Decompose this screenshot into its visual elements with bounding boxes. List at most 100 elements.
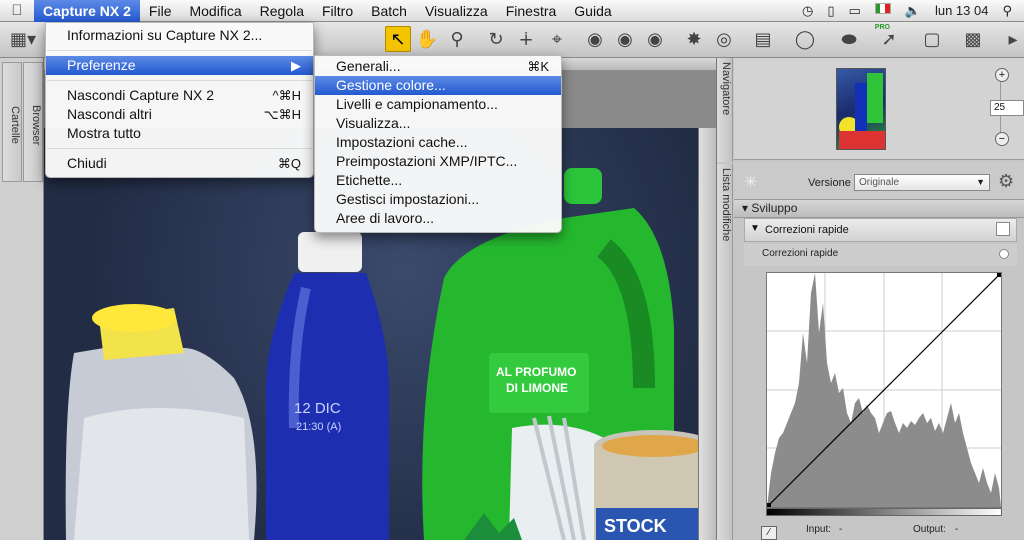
zoom-tool-icon[interactable]: ⚲ bbox=[444, 26, 470, 52]
menu-finestra[interactable]: Finestra bbox=[497, 0, 566, 22]
menu-item-label: Informazioni su Capture NX 2... bbox=[67, 27, 263, 43]
submenu-item-cache[interactable]: Impostazioni cache... bbox=[315, 133, 561, 152]
status-area: ◷ ▯ ▭ PRO 🔈 lun 13 04 ⚲ bbox=[802, 0, 1024, 31]
menu-item-preferences[interactable]: Preferenze ▶ bbox=[46, 56, 313, 75]
menu-file[interactable]: File bbox=[140, 0, 181, 22]
app-menu: Informazioni su Capture NX 2... Preferen… bbox=[45, 22, 314, 178]
step-checkbox[interactable] bbox=[996, 222, 1010, 236]
submenu-item-gestione-colore[interactable]: Gestione colore... bbox=[315, 76, 561, 95]
control-point-icon[interactable]: ✸ bbox=[681, 26, 707, 52]
output-label: Output: bbox=[913, 524, 946, 535]
menu-bar:  Capture NX 2 File Modifica Regola Filt… bbox=[0, 0, 1024, 31]
section-header-sviluppo[interactable]: ▾ Sviluppo bbox=[734, 200, 1024, 218]
quick-fix-step-header[interactable]: ▼ Correzioni rapide bbox=[744, 218, 1017, 242]
detergent-label-2: DI LIMONE bbox=[506, 381, 568, 395]
pro-label: PRO bbox=[874, 23, 890, 31]
gear-icon[interactable]: ⚙ bbox=[998, 171, 1014, 192]
apple-icon[interactable]:  bbox=[0, 2, 34, 19]
menu-item-hide-app[interactable]: Nascondi Capture NX 2 ^⌘H bbox=[46, 86, 313, 105]
can-label: STOCK bbox=[604, 516, 667, 536]
submenu-item-gestisci[interactable]: Gestisci impostazioni... bbox=[315, 190, 561, 209]
volume-icon[interactable]: 🔈 bbox=[905, 0, 921, 22]
menu-item-quit[interactable]: Chiudi ⌘Q bbox=[46, 154, 313, 173]
zoom-out-icon[interactable]: − bbox=[995, 132, 1009, 146]
fill-tool-icon[interactable]: ▩ bbox=[960, 26, 986, 52]
navigator-thumbnail[interactable] bbox=[836, 68, 886, 150]
menu-separator bbox=[47, 50, 312, 51]
menu-item-label: Visualizza... bbox=[336, 115, 411, 131]
curves-histogram[interactable] bbox=[766, 272, 1002, 508]
zoom-value-field[interactable]: 25 bbox=[990, 100, 1024, 116]
display-icon[interactable]: ▭ bbox=[848, 0, 860, 22]
quick-fix-header-label: Correzioni rapide bbox=[765, 224, 849, 236]
vertical-scrollbar[interactable] bbox=[698, 128, 716, 540]
input-value: - bbox=[839, 524, 843, 535]
version-select[interactable]: Originale ▼ bbox=[854, 174, 990, 191]
submenu-item-xmp-iptc[interactable]: Preimpostazioni XMP/IPTC... bbox=[315, 152, 561, 171]
chevron-down-icon: ▼ bbox=[976, 177, 985, 187]
rotate-tool-icon[interactable]: ↻ bbox=[483, 26, 509, 52]
hand-tool-icon[interactable]: ✋ bbox=[414, 26, 440, 52]
tone-gradient-bar bbox=[766, 508, 1002, 516]
straighten-tool-icon[interactable]: ∔ bbox=[513, 26, 539, 52]
section-title: Sviluppo bbox=[751, 201, 798, 215]
menu-item-label: Etichette... bbox=[336, 172, 403, 188]
tab-navigatore[interactable]: Navigatore bbox=[717, 58, 733, 162]
tab-browser[interactable]: Browser bbox=[23, 62, 43, 182]
crop-tool-icon[interactable]: ⌖ bbox=[544, 26, 570, 52]
eye-tool-icon[interactable]: ◎ bbox=[711, 26, 737, 52]
zoom-in-icon[interactable]: + bbox=[995, 68, 1009, 82]
version-label: Versione bbox=[808, 177, 851, 189]
sparkle-icon: ✳ bbox=[744, 174, 758, 191]
submenu-item-livelli[interactable]: Livelli e campionamento... bbox=[315, 95, 561, 114]
tab-cartelle[interactable]: Cartelle bbox=[2, 62, 22, 182]
submenu-item-visualizza[interactable]: Visualizza... bbox=[315, 114, 561, 133]
menu-item-about[interactable]: Informazioni su Capture NX 2... bbox=[46, 26, 313, 45]
menu-item-hide-others[interactable]: Nascondi altri ⌥⌘H bbox=[46, 105, 313, 124]
auto-retouch-icon[interactable]: ◉ bbox=[612, 26, 638, 52]
flag-icon[interactable]: PRO bbox=[874, 2, 891, 31]
menu-app-name[interactable]: Capture NX 2 bbox=[34, 0, 140, 22]
menu-batch[interactable]: Batch bbox=[362, 0, 416, 22]
eyedropper-icon[interactable]: ∕ bbox=[761, 526, 777, 540]
menu-item-label: Impostazioni cache... bbox=[336, 134, 468, 150]
submenu-item-generali[interactable]: Generali... ⌘K bbox=[315, 57, 561, 76]
more-tools-icon[interactable]: ▸ bbox=[1000, 26, 1024, 52]
eraser-tool-icon[interactable]: ▤ bbox=[750, 26, 776, 52]
direct-select-tool-icon[interactable]: ↖ bbox=[385, 26, 411, 52]
usb-icon[interactable]: ▯ bbox=[827, 0, 834, 22]
time-machine-icon[interactable]: ◷ bbox=[802, 0, 813, 22]
menu-separator bbox=[47, 148, 312, 149]
menu-guida[interactable]: Guida bbox=[565, 0, 620, 22]
menu-clock[interactable]: lun 13 04 bbox=[935, 0, 989, 22]
menu-visualizza[interactable]: Visualizza bbox=[416, 0, 497, 22]
menu-item-label: Nascondi altri bbox=[67, 106, 152, 122]
workspace-menu-icon[interactable]: ▦▾ bbox=[8, 26, 38, 52]
submenu-arrow-icon: ▶ bbox=[291, 58, 301, 73]
bottle-date-label: 12 DIC bbox=[294, 400, 341, 417]
left-panel: Cartelle Browser bbox=[0, 58, 44, 540]
quick-fix-subrow: Correzioni rapide bbox=[744, 244, 1017, 266]
menu-item-show-all[interactable]: Mostra tutto bbox=[46, 124, 313, 143]
menu-regola[interactable]: Regola bbox=[251, 0, 313, 22]
lasso-tool-icon[interactable]: ◯ bbox=[792, 26, 818, 52]
red-eye-tool-icon[interactable]: ◉ bbox=[582, 26, 608, 52]
gradient-tool-icon[interactable]: ▢ bbox=[919, 26, 945, 52]
submenu-item-etichette[interactable]: Etichette... bbox=[315, 171, 561, 190]
menu-shortcut: ⌘K bbox=[527, 59, 549, 74]
disclosure-triangle-icon: ▼ bbox=[750, 223, 760, 234]
version-row: ✳ Versione Originale ▼ ⚙ bbox=[734, 162, 1024, 200]
submenu-item-aree-lavoro[interactable]: Aree di lavoro... bbox=[315, 209, 561, 228]
menu-item-label: Preimpostazioni XMP/IPTC... bbox=[336, 153, 518, 169]
step-radio[interactable] bbox=[999, 249, 1009, 259]
menu-modifica[interactable]: Modifica bbox=[180, 0, 250, 22]
tab-lista-modifiche[interactable]: Lista modifiche bbox=[717, 164, 733, 540]
quick-fix-sub-label: Correzioni rapide bbox=[762, 248, 839, 259]
bottle-time-label: 21:30 (A) bbox=[296, 421, 341, 433]
brush-tool-icon[interactable]: ◉ bbox=[642, 26, 668, 52]
menu-filtro[interactable]: Filtro bbox=[313, 0, 362, 22]
menu-shortcut: ^⌘H bbox=[272, 88, 302, 103]
preferences-submenu: Generali... ⌘K Gestione colore... Livelli… bbox=[314, 55, 562, 233]
spotlight-icon[interactable]: ⚲ bbox=[1002, 0, 1012, 22]
marquee-tool-icon[interactable]: ⬬ bbox=[836, 26, 862, 52]
